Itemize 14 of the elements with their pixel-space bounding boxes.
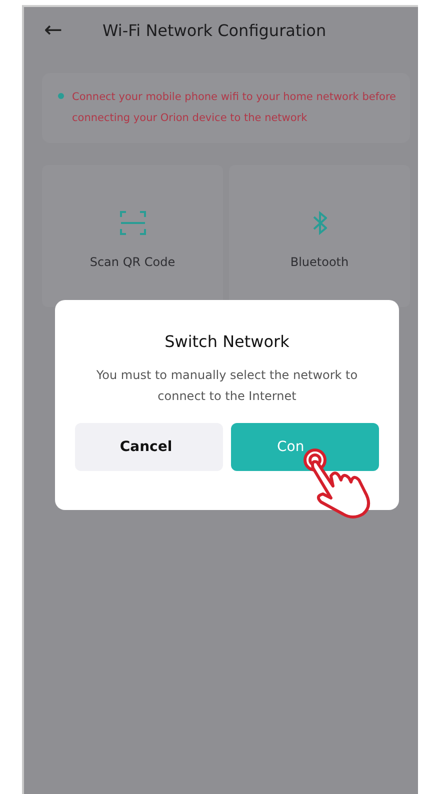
page-title: Wi-Fi Network Configuration <box>102 20 326 40</box>
option-card[interactable]: Bluetooth <box>229 165 410 307</box>
dialog-title: Switch Network <box>164 332 290 351</box>
dialog-message: You must to manually select the network to connect to the Internet <box>95 367 359 405</box>
cancel-button[interactable]: Cancel <box>75 423 223 471</box>
scan-icon <box>120 211 146 235</box>
bullet-icon <box>58 93 64 99</box>
back-button[interactable]: ← <box>44 18 62 42</box>
confirm-button[interactable]: Con <box>231 423 379 471</box>
option-label: Bluetooth <box>290 255 349 269</box>
option-label: Scan QR Code <box>90 255 176 269</box>
notice-text: Connect your mobile phone wifi to your home network before connecting your Orion device to the network <box>72 90 398 126</box>
option-card[interactable]: Scan QR Code <box>42 165 223 307</box>
bluetooth-icon <box>312 211 326 235</box>
